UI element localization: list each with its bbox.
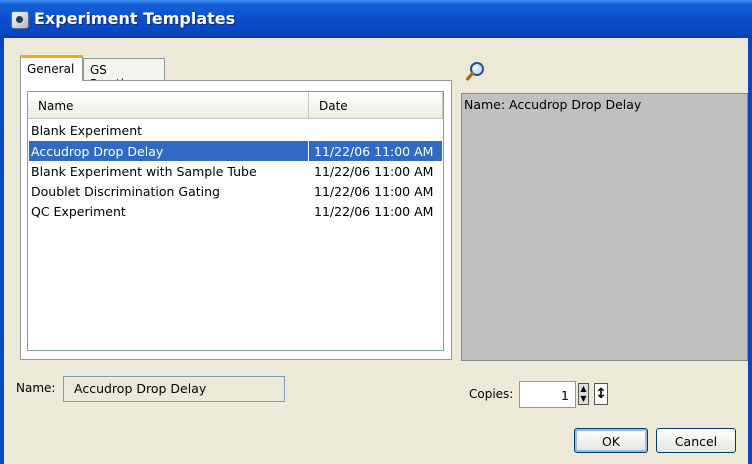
template-list[interactable]: Name Date Blank Experiment Accudrop Drop… <box>27 91 444 351</box>
name-label: Name: <box>16 381 56 395</box>
row-date: 11/22/06 11:00 AM <box>314 204 434 219</box>
spinner-down-icon[interactable]: ▼ <box>579 394 588 404</box>
experiment-templates-dialog: Experiment Templates General GS Practice… <box>0 0 752 464</box>
column-header-date[interactable]: Date <box>309 92 443 118</box>
tab-general[interactable]: General <box>20 55 83 81</box>
copies-spinner[interactable]: ▲ ▼ <box>578 383 589 405</box>
template-preview-panel: Name: Accudrop Drop Delay <box>461 93 748 361</box>
table-row[interactable]: Blank Experiment with Sample Tube 11/22/… <box>29 161 442 181</box>
row-date: 11/22/06 11:00 AM <box>314 144 434 159</box>
table-row[interactable]: QC Experiment 11/22/06 11:00 AM <box>29 201 442 221</box>
tab-label: General <box>27 62 75 76</box>
copies-label: Copies: <box>469 387 514 401</box>
row-date: 11/22/06 11:00 AM <box>314 184 434 199</box>
copies-extra-stepper-icon[interactable]: ↕ <box>594 383 608 405</box>
table-row-selected[interactable]: Accudrop Drop Delay 11/22/06 11:00 AM <box>29 141 442 161</box>
column-separator <box>308 141 309 161</box>
copies-input[interactable]: 1 <box>519 381 576 408</box>
row-name: Blank Experiment with Sample Tube <box>31 164 257 179</box>
tab-gs-practice[interactable]: GS Practice <box>83 58 165 91</box>
magnifier-icon[interactable] <box>465 61 486 81</box>
name-field: Accudrop Drop Delay <box>63 376 285 402</box>
table-row[interactable]: Blank Experiment <box>29 120 442 140</box>
list-header: Name Date <box>28 92 443 119</box>
row-name: Doublet Discrimination Gating <box>31 184 220 199</box>
window-frame-left <box>0 38 4 464</box>
preview-text: Name: Accudrop Drop Delay <box>464 97 642 112</box>
row-name: Accudrop Drop Delay <box>31 144 164 159</box>
window-title: Experiment Templates <box>34 9 236 28</box>
column-header-name[interactable]: Name <box>28 92 309 118</box>
spinner-up-icon[interactable]: ▲ <box>579 384 588 394</box>
ok-button[interactable]: OK <box>574 428 648 453</box>
row-name: Blank Experiment <box>31 123 143 138</box>
window-frame-right <box>748 38 752 464</box>
row-date: 11/22/06 11:00 AM <box>314 164 434 179</box>
row-name: QC Experiment <box>31 204 126 219</box>
app-icon <box>11 11 29 29</box>
cancel-button[interactable]: Cancel <box>656 428 736 453</box>
table-row[interactable]: Doublet Discrimination Gating 11/22/06 1… <box>29 181 442 201</box>
title-bar[interactable]: Experiment Templates <box>0 0 752 38</box>
